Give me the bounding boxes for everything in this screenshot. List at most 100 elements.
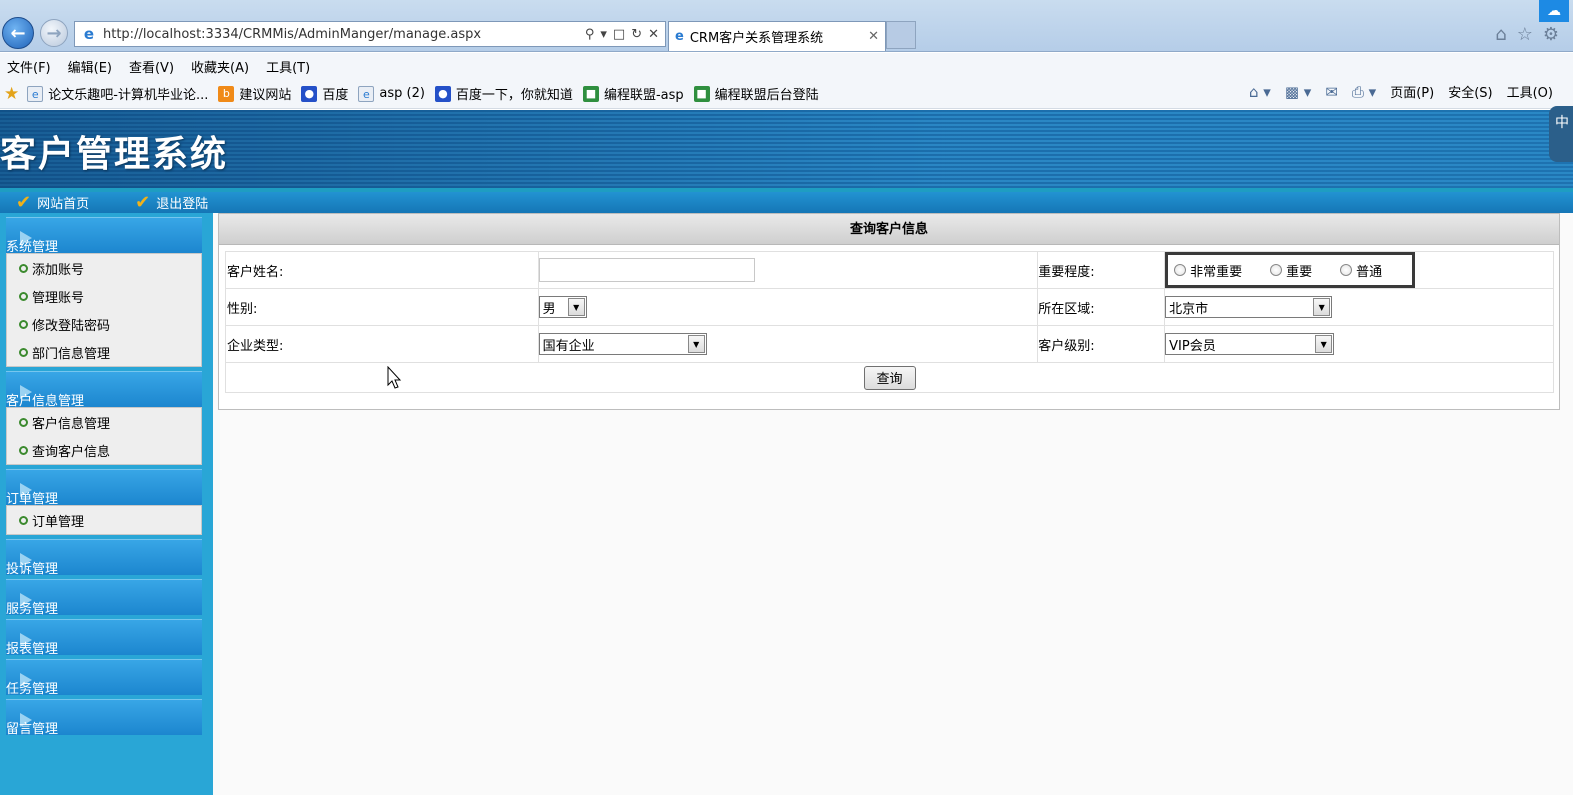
command-security[interactable]: 安全(S): [1448, 82, 1492, 101]
company-type-select[interactable]: 国有企业 ▼: [538, 333, 707, 355]
tab-close-icon[interactable]: ✕: [868, 29, 879, 44]
tab-title: CRM客户关系管理系统: [689, 31, 824, 46]
checkmark-icon: ✔: [16, 192, 32, 213]
menu-tools[interactable]: 工具(T): [266, 57, 310, 76]
chevron-down-icon[interactable]: ▼: [1315, 335, 1333, 353]
compat-view-icon[interactable]: □: [613, 27, 625, 42]
favorites-star-icon[interactable]: ★: [4, 84, 19, 104]
command-tools[interactable]: 工具(O): [1507, 82, 1553, 101]
favorite-link[interactable]: ■ 编程联盟-asp: [582, 84, 684, 103]
favorite-link[interactable]: b 建议网站: [218, 84, 291, 103]
menu-bar: 文件(F) 编辑(E) 查看(V) 收藏夹(A) 工具(T): [0, 53, 1573, 79]
bullet-icon: [19, 291, 28, 301]
sidebar-item-customer-manage[interactable]: 客户信息管理: [7, 408, 201, 436]
new-tab-button[interactable]: [886, 21, 916, 49]
address-url[interactable]: http://localhost:3334/CRMMis/AdminManger…: [100, 27, 585, 42]
sidebar-item-orders[interactable]: 订单管理: [7, 506, 201, 534]
importance-radio-group: 非常重要 重要 普通: [1165, 252, 1416, 288]
favorite-link[interactable]: ● 百度: [301, 84, 348, 103]
query-button[interactable]: 查询: [863, 365, 916, 390]
dropdown-icon[interactable]: ▾: [600, 27, 607, 42]
sidebar-section-customers[interactable]: 客户信息管理: [6, 371, 202, 409]
radio-icon[interactable]: [1340, 264, 1353, 276]
bullet-icon: [19, 319, 28, 329]
gender-label: 性别:: [227, 301, 258, 317]
favorites-star-icon[interactable]: ☆: [1517, 24, 1533, 45]
home-icon[interactable]: ⌂: [1495, 24, 1506, 45]
sidebar-section-complaints[interactable]: 投诉管理: [6, 539, 202, 577]
radio-icon[interactable]: [1174, 264, 1187, 276]
sidebar-item-customer-query[interactable]: 查询客户信息: [7, 436, 201, 464]
customer-level-select[interactable]: VIP会员 ▼: [1165, 333, 1335, 355]
home-icon[interactable]: ⌂ ▾: [1249, 83, 1271, 101]
site-icon: ■: [582, 85, 599, 102]
chevron-down-icon[interactable]: ▼: [1313, 298, 1331, 316]
side-widget[interactable]: 中: [1549, 106, 1573, 162]
main-content: 查询客户信息 客户姓名: 重要程度: 非常重要 重要 普通 性别: 男 ▼ 所在…: [213, 213, 1573, 795]
chevron-down-icon[interactable]: ▼: [687, 335, 705, 353]
sidebar-section-services[interactable]: 服务管理: [6, 579, 202, 617]
panel-title: 查询客户信息: [219, 214, 1559, 245]
sidebar-item-add-account[interactable]: 添加账号: [7, 254, 201, 282]
bullet-icon: [19, 417, 28, 427]
menu-edit[interactable]: 编辑(E): [68, 57, 112, 76]
command-page[interactable]: 页面(P): [1390, 82, 1434, 101]
region-label: 所在区域:: [1038, 301, 1095, 317]
sidebar-item-manage-accounts[interactable]: 管理账号: [7, 282, 201, 310]
sidebar-section-messages[interactable]: 留言管理: [6, 699, 202, 737]
back-arrow-icon[interactable]: ←: [2, 17, 34, 49]
chevron-down-icon[interactable]: ▼: [567, 298, 585, 316]
refresh-icon[interactable]: ↻: [631, 27, 642, 42]
sidebar-item-departments[interactable]: 部门信息管理: [7, 338, 201, 366]
menu-favorites[interactable]: 收藏夹(A): [191, 57, 249, 76]
name-label: 客户姓名:: [227, 264, 284, 280]
nav-home-link[interactable]: ✔ 网站首页: [16, 192, 89, 213]
radio-icon[interactable]: [1270, 264, 1283, 276]
sidebar-item-change-password[interactable]: 修改登陆密码: [7, 310, 201, 338]
query-form: 客户姓名: 重要程度: 非常重要 重要 普通 性别: 男 ▼ 所在区域: 北京市…: [225, 251, 1554, 393]
sidebar-section-orders[interactable]: 订单管理: [6, 469, 202, 507]
sidebar-section-tasks[interactable]: 任务管理: [6, 659, 202, 697]
bullet-icon: [19, 263, 28, 273]
radio-normal[interactable]: 普通: [1340, 261, 1382, 280]
mail-icon[interactable]: ✉: [1325, 83, 1338, 101]
site-icon: b: [218, 85, 235, 102]
importance-label: 重要程度:: [1038, 264, 1095, 280]
sidebar: 系统管理 添加账号 管理账号 修改登陆密码 部门信息管理 客户信息管理 客户信息…: [0, 213, 213, 795]
favorite-link[interactable]: ● 百度一下，你就知道: [434, 84, 573, 103]
menu-file[interactable]: 文件(F): [7, 57, 51, 76]
customer-name-input[interactable]: [538, 258, 755, 282]
baidu-paw-icon: ●: [434, 85, 451, 102]
address-bar[interactable]: e http://localhost:3334/CRMMis/AdminMang…: [74, 21, 666, 47]
favorite-link[interactable]: e asp (2): [358, 85, 425, 102]
print-icon[interactable]: ⎙ ▾: [1352, 83, 1376, 101]
menu-view[interactable]: 查看(V): [129, 57, 174, 76]
region-select[interactable]: 北京市 ▼: [1165, 296, 1333, 318]
sidebar-section-reports[interactable]: 报表管理: [6, 619, 202, 657]
stop-icon[interactable]: ✕: [648, 27, 659, 42]
browser-tab[interactable]: e CRM客户关系管理系统 ✕: [668, 21, 886, 51]
site-icon: ■: [693, 85, 710, 102]
nav-logout-link[interactable]: ✔ 退出登陆: [135, 192, 208, 213]
radio-important[interactable]: 重要: [1270, 261, 1312, 280]
company-type-label: 企业类型:: [227, 338, 284, 354]
gear-icon[interactable]: ⚙: [1543, 24, 1559, 45]
gender-select[interactable]: 男 ▼: [538, 296, 587, 318]
forward-arrow-icon[interactable]: →: [40, 19, 68, 47]
page-icon: e: [358, 85, 375, 102]
mouse-cursor-icon: [387, 366, 402, 389]
app-banner: 客户管理系统: [0, 110, 1573, 188]
checkmark-icon: ✔: [135, 192, 151, 213]
bullet-icon: [19, 445, 28, 455]
customer-level-label: 客户级别:: [1038, 338, 1095, 354]
feed-icon[interactable]: ▩ ▾: [1285, 83, 1311, 101]
favorite-link[interactable]: ■ 编程联盟后台登陆: [693, 84, 819, 103]
radio-very-important[interactable]: 非常重要: [1174, 261, 1242, 280]
top-nav: ✔ 网站首页 ✔ 退出登陆: [0, 192, 1573, 213]
cloud-badge-icon[interactable]: ☁: [1539, 0, 1569, 22]
ie-icon: e: [675, 29, 684, 44]
browser-toolbar: ← → e http://localhost:3334/CRMMis/Admin…: [0, 0, 1573, 52]
favorite-link[interactable]: e 论文乐趣吧-计算机毕业论...: [27, 84, 208, 103]
sidebar-section-system[interactable]: 系统管理: [6, 217, 202, 255]
search-icon[interactable]: ⚲: [585, 27, 595, 42]
